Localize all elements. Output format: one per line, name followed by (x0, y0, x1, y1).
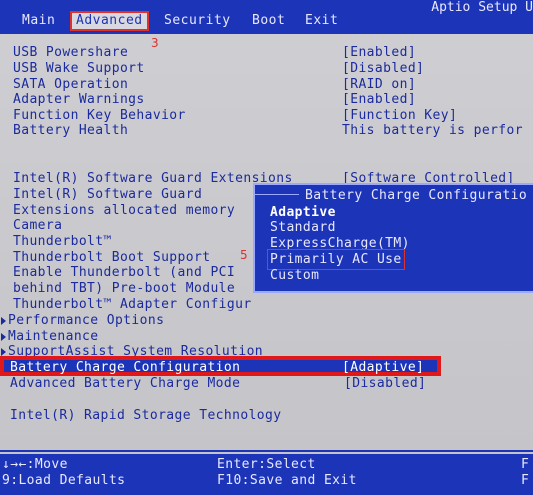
submenu-arrow-icon (1, 347, 6, 356)
popup-option-primarily-ac-use[interactable]: Primarily AC Use (267, 249, 405, 270)
setting-usb-powershare-value[interactable]: [Enabled] (342, 45, 416, 60)
annotation-marker-5: 5 (240, 248, 248, 262)
setting-adapter-warnings[interactable]: Adapter Warnings (13, 92, 145, 107)
tab-boot[interactable]: Boot (252, 13, 285, 29)
submenu-arrow-icon (1, 316, 6, 325)
submenu-maintenance-label: Maintenance (8, 329, 99, 344)
setting-thunderbolt[interactable]: Thunderbolt™ (13, 234, 112, 249)
footer-right-hint-1: F (521, 457, 530, 472)
setting-sata-operation-value[interactable]: [RAID on] (342, 77, 416, 92)
tab-exit[interactable]: Exit (305, 13, 338, 29)
tab-main[interactable]: Main (22, 13, 55, 29)
setting-adapter-warnings-value[interactable]: [Enabled] (342, 92, 416, 107)
footer-load-defaults-hint: 9:Load Defaults (2, 473, 126, 488)
popup-option-adaptive[interactable]: Adaptive (270, 205, 336, 220)
setting-advanced-battery-charge-mode-value[interactable]: [Disabled] (344, 376, 426, 391)
battery-charge-popup[interactable]: Battery Charge Configuratio Adaptive Sta… (253, 183, 533, 293)
footer-save-exit-hint: F10:Save and Exit (217, 473, 357, 488)
setting-advanced-battery-charge-mode[interactable]: Advanced Battery Charge Mode (10, 376, 240, 391)
submenu-performance-options-label: Performance Options (8, 313, 165, 328)
submenu-performance-options[interactable]: Performance Options (1, 313, 164, 328)
submenu-maintenance[interactable]: Maintenance (1, 329, 99, 344)
setting-enable-thunderbolt[interactable]: Enable Thunderbolt (and PCI (13, 265, 235, 280)
setting-rapid-storage[interactable]: Intel(R) Rapid Storage Technology (10, 408, 281, 423)
setup-title: Aptio Setup U (431, 0, 533, 15)
footer-move-hint: ↓→←:Move (2, 457, 68, 472)
footer-bar: ↓→←:Move Enter:Select F 9:Load Defaults … (0, 454, 533, 495)
setting-thunderbolt-adapter[interactable]: Thunderbolt™ Adapter Configur (13, 297, 252, 312)
popup-option-standard[interactable]: Standard (270, 220, 336, 235)
setting-usb-powershare[interactable]: USB Powershare (13, 45, 128, 60)
footer-right-hint-2: F (521, 473, 530, 488)
setting-battery-charge-configuration[interactable]: Battery Charge Configuration (10, 360, 240, 375)
popup-option-expresscharge[interactable]: ExpressCharge(TM) (270, 236, 410, 251)
setting-battery-charge-configuration-value[interactable]: [Adaptive] (342, 360, 424, 375)
menu-bar: Main Advanced Security Boot Exit Aptio S… (0, 0, 533, 34)
submenu-arrow-icon (1, 332, 6, 341)
popup-title: Battery Charge Configuratio (305, 188, 528, 203)
setting-function-key-behavior-value[interactable]: [Function Key] (342, 108, 457, 123)
setting-sgx-memory-2[interactable]: Extensions allocated memory (13, 203, 235, 218)
setting-usb-wake-support[interactable]: USB Wake Support (13, 61, 145, 76)
bios-screen: Main Advanced Security Boot Exit Aptio S… (0, 0, 533, 495)
popup-option-custom[interactable]: Custom (270, 268, 319, 283)
annotation-marker-3: 3 (151, 36, 159, 50)
tab-security[interactable]: Security (164, 13, 231, 29)
setting-battery-health: Battery Health (13, 123, 129, 138)
setting-function-key-behavior[interactable]: Function Key Behavior (13, 108, 186, 123)
setting-thunderbolt-boot-support[interactable]: Thunderbolt Boot Support (13, 250, 210, 265)
setting-sata-operation[interactable]: SATA Operation (13, 77, 128, 92)
setting-sgx[interactable]: Intel(R) Software Guard Extensions (13, 171, 293, 186)
setting-camera[interactable]: Camera (13, 218, 62, 233)
footer-select-hint: Enter:Select (217, 457, 316, 472)
setting-battery-health-value: This battery is perfor (342, 123, 523, 138)
setting-tbt-preboot[interactable]: behind TBT) Pre-boot Module (13, 281, 235, 296)
tab-advanced[interactable]: Advanced (70, 11, 149, 31)
setting-usb-wake-support-value[interactable]: [Disabled] (342, 61, 424, 76)
popup-title-line (255, 194, 299, 195)
selected-setting-row[interactable]: Battery Charge Configuration [Adaptive] (0, 356, 441, 376)
setting-sgx-memory-1[interactable]: Intel(R) Software Guard (13, 187, 202, 202)
footer-divider (0, 450, 533, 452)
